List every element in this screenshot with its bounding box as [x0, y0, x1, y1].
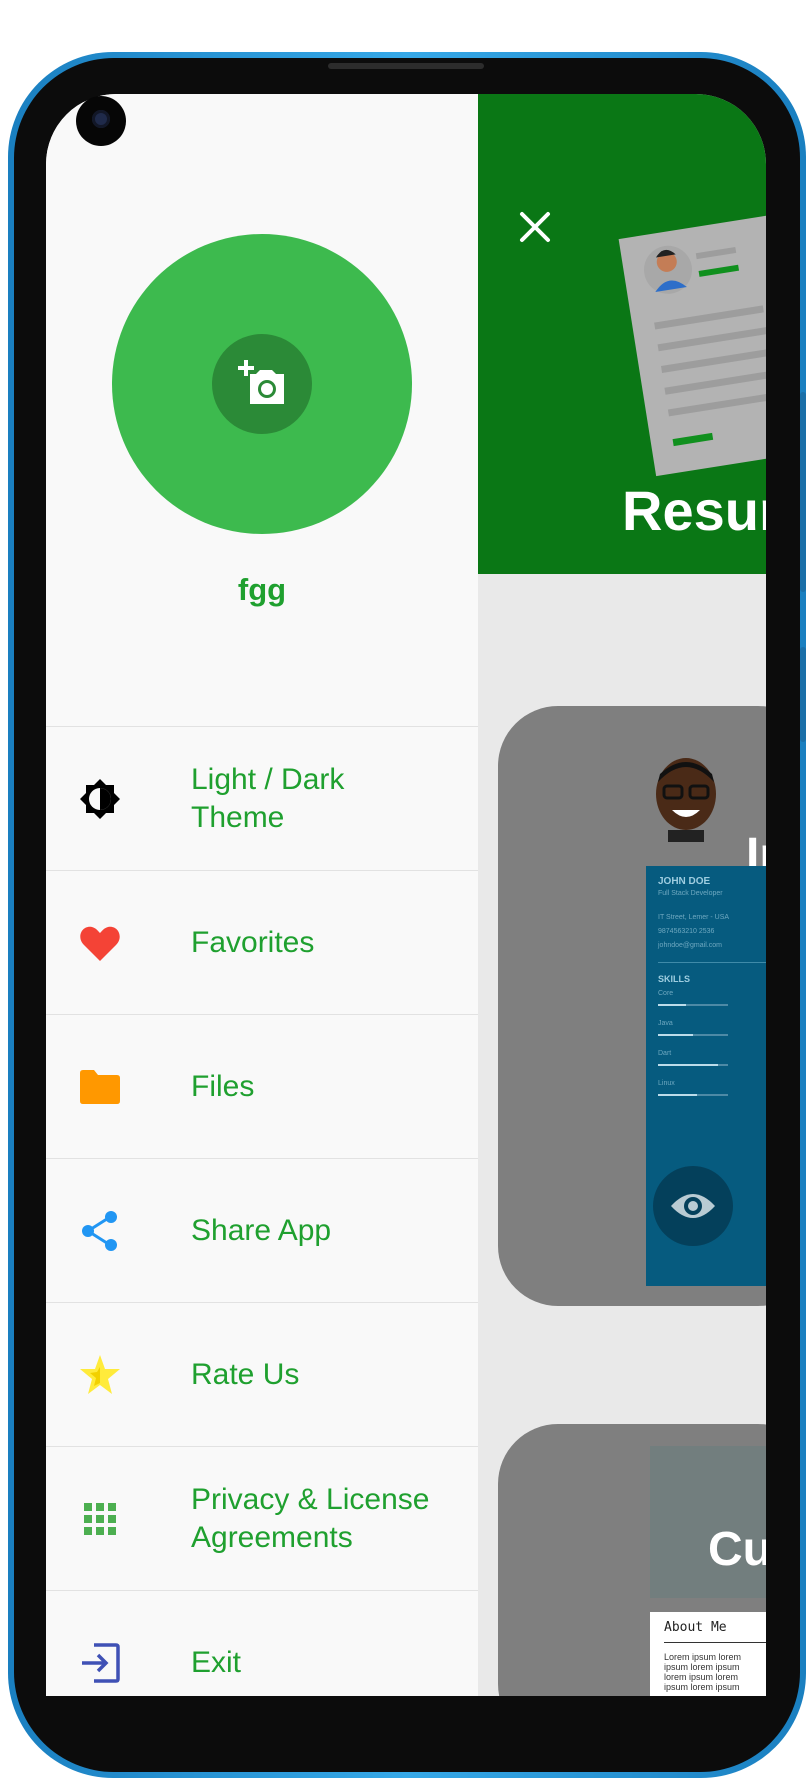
brightness-icon — [80, 778, 120, 819]
skill-bar — [658, 1034, 728, 1036]
folder-icon — [80, 1069, 120, 1104]
skill-label: Java — [658, 1020, 673, 1027]
skill-bar — [658, 1094, 728, 1096]
menu-item-label: Light / Dark Theme — [191, 762, 345, 834]
about-heading: About Me — [664, 1620, 727, 1635]
apps-grid-icon — [84, 1502, 116, 1535]
front-camera — [76, 96, 126, 146]
star-icon — [80, 1354, 120, 1394]
skill-bar-fill — [658, 1034, 693, 1036]
menu-item-label: Exit — [191, 1645, 242, 1679]
skill-label: Linux — [658, 1080, 675, 1087]
menu-item-rate[interactable]: Rate Us — [46, 1302, 478, 1446]
skill-bar-fill — [658, 1004, 686, 1006]
menu-item-label: Rate Us — [191, 1357, 300, 1391]
template-card[interactable]: In JOHN DOE Full Stack Developer IT Stre… — [498, 706, 766, 1306]
heart-icon — [80, 926, 120, 961]
skill-bar-fill — [658, 1064, 718, 1066]
menu-item-privacy[interactable]: Privacy & License Agreements — [46, 1446, 478, 1590]
template-divider — [658, 962, 766, 963]
menu-item-label: Privacy & License Agreements — [191, 1482, 430, 1554]
screen: Resume In JOHN DOE Full Stack Developer … — [46, 94, 766, 1696]
menu-item-label: Share App — [191, 1213, 332, 1247]
skill-bar-fill — [658, 1094, 697, 1096]
preview-button[interactable] — [653, 1166, 733, 1246]
speaker-grille — [328, 63, 484, 69]
menu-item-theme[interactable]: Light / Dark Theme — [46, 726, 478, 870]
menu-item-label: Files — [191, 1069, 255, 1103]
paper-divider — [664, 1642, 766, 1643]
template-name: JOHN DOE — [658, 876, 711, 887]
eye-icon — [671, 1194, 715, 1218]
menu-item-label: Favorites — [191, 925, 315, 959]
template-card[interactable]: Cu About Me Lorem ipsum lorem ipsum lore… — [498, 1424, 766, 1696]
drawer-menu: Light / Dark Theme Favorites Files Share… — [46, 726, 478, 1696]
exit-icon — [82, 1642, 120, 1683]
template-contact: 9874563210 2536 — [658, 928, 715, 935]
app-header: Resume — [478, 94, 766, 574]
skill-bar — [658, 1064, 728, 1066]
template-skills-heading: SKILLS — [658, 974, 691, 984]
skill-label: Dart — [658, 1050, 672, 1057]
share-icon — [82, 1210, 117, 1251]
navigation-drawer: fgg Light / Dark Theme Favorites Files S… — [46, 94, 478, 1696]
profile-avatar[interactable] — [112, 234, 412, 534]
camera-lens — [92, 110, 110, 128]
power-button — [800, 647, 806, 742]
resume-illustration-icon — [618, 215, 766, 477]
add-a-photo-icon — [238, 360, 284, 404]
menu-item-exit[interactable]: Exit — [46, 1590, 478, 1696]
add-photo-button[interactable] — [212, 334, 312, 434]
template-contact: johndoe@gmail.com — [658, 942, 722, 949]
template-contact: IT Street, Lemer - USA — [658, 914, 730, 921]
menu-item-share[interactable]: Share App — [46, 1158, 478, 1302]
header-title: Resume — [622, 479, 766, 542]
template-card-title: Cu — [708, 1523, 766, 1576]
close-icon[interactable] — [518, 210, 552, 244]
skill-bar — [658, 1004, 728, 1006]
menu-item-favorites[interactable]: Favorites — [46, 870, 478, 1014]
avatar-emoji-icon — [656, 758, 716, 842]
template-subtitle: Full Stack Developer — [658, 890, 723, 897]
resume-paper-preview: About Me Lorem ipsum lorem ipsum lorem i… — [650, 1612, 766, 1696]
menu-item-files[interactable]: Files — [46, 1014, 478, 1158]
about-text: Lorem ipsum lorem ipsum lorem ipsum lore… — [664, 1652, 742, 1692]
volume-button — [800, 392, 806, 592]
user-name: fgg — [237, 572, 287, 607]
skill-label: Core — [658, 990, 674, 997]
